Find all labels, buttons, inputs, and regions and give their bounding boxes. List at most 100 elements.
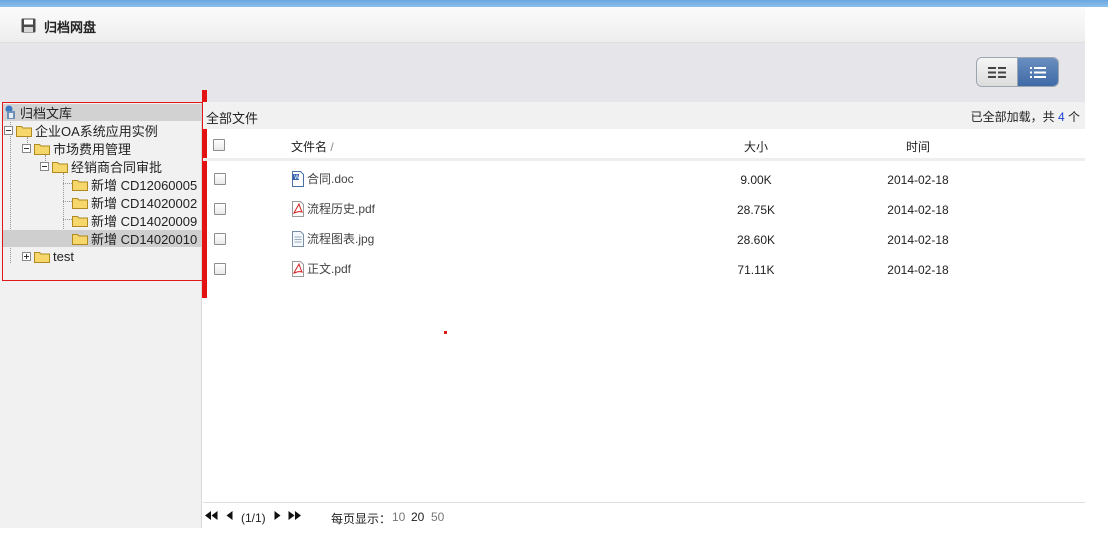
collapse-icon[interactable] bbox=[40, 162, 49, 171]
file-name[interactable]: 流程图表.jpg bbox=[307, 230, 374, 247]
next-page-icon[interactable] bbox=[274, 511, 281, 520]
tree-guide-line bbox=[63, 219, 72, 220]
tree-node-market-cost[interactable]: 市场费用管理 bbox=[22, 140, 131, 157]
file-size: 28.60K bbox=[736, 233, 776, 247]
first-page-icon[interactable] bbox=[205, 511, 218, 520]
tree-node-cd12060005[interactable]: 新增 CD12060005 bbox=[72, 176, 197, 193]
file-count: 4 bbox=[1057, 110, 1065, 124]
top-accent-bar bbox=[0, 0, 1108, 7]
file-name[interactable]: 合同.doc bbox=[307, 170, 354, 187]
select-all-checkbox[interactable] bbox=[213, 139, 225, 151]
file-path-bar: 全部文件 已全部加载，共 4 个 bbox=[203, 102, 1085, 129]
tree-node-cd14020002[interactable]: 新增 CD14020002 bbox=[72, 194, 197, 211]
file-name-cell[interactable]: 流程图表.jpg bbox=[291, 230, 374, 247]
table-row[interactable]: 正文.pdf 71.11K 2014-02-18 bbox=[203, 253, 1085, 283]
list-icon bbox=[1029, 66, 1046, 78]
column-header-name-label: 文件名 bbox=[291, 140, 328, 154]
per-page-option-50[interactable]: 50 bbox=[431, 510, 444, 524]
column-header-size[interactable]: 大小 bbox=[721, 138, 791, 155]
folder-open-icon bbox=[52, 161, 68, 173]
file-name-cell[interactable]: 正文.pdf bbox=[291, 260, 351, 277]
per-page-label: 每页显示： bbox=[331, 512, 392, 526]
pdf-file-icon bbox=[292, 200, 304, 217]
folder-icon bbox=[72, 197, 88, 209]
table-header: 文件名 / 大小 时间 bbox=[203, 129, 1085, 161]
grid-list-icon bbox=[987, 66, 1006, 78]
tree-node-label: 新增 CD12060005 bbox=[91, 178, 198, 193]
word-file-icon: W bbox=[292, 170, 304, 187]
row-checkbox[interactable] bbox=[214, 263, 226, 275]
per-page-option-10[interactable]: 10 bbox=[392, 510, 405, 524]
toolbar bbox=[0, 43, 1085, 102]
tree-root[interactable]: 归档文库 bbox=[3, 104, 202, 121]
pdf-file-icon bbox=[292, 260, 304, 277]
folder-open-icon bbox=[16, 125, 32, 137]
library-icon bbox=[5, 105, 15, 119]
thumbnail-view-button[interactable] bbox=[977, 58, 1018, 86]
load-status: 已全部加载，共 4 个 bbox=[971, 108, 1080, 125]
file-time: 2014-02-18 bbox=[887, 203, 949, 217]
collapse-icon[interactable] bbox=[22, 144, 31, 153]
tree-node-label: 新增 CD14020010 bbox=[91, 232, 198, 247]
row-checkbox[interactable] bbox=[214, 233, 226, 245]
tree-node-label: 新增 CD14020002 bbox=[91, 196, 198, 211]
floppy-disk-icon bbox=[21, 18, 36, 33]
folder-open-icon bbox=[34, 143, 50, 155]
file-time: 2014-02-18 bbox=[887, 233, 949, 247]
list-view-button[interactable] bbox=[1017, 58, 1058, 86]
table-row[interactable]: 流程图表.jpg 28.60K 2014-02-18 bbox=[203, 223, 1085, 253]
folder-icon bbox=[34, 251, 50, 263]
tree-root-label: 归档文库 bbox=[20, 106, 73, 121]
tree-node-label: 企业OA系统应用实例 bbox=[35, 124, 158, 139]
svg-text:W: W bbox=[294, 174, 300, 181]
page-right-margin bbox=[1085, 7, 1108, 535]
pagination-bar: (1/1) 每页显示： 10 20 50 bbox=[203, 502, 1085, 528]
file-name-cell[interactable]: W 合同.doc bbox=[291, 170, 354, 187]
last-page-icon[interactable] bbox=[288, 511, 301, 520]
tree-node-cd14020009[interactable]: 新增 CD14020009 bbox=[72, 212, 197, 229]
column-header-time[interactable]: 时间 bbox=[873, 138, 963, 155]
folder-tree: 归档文库 企业OA系统应用实例 市场费用管理 经销商合同审批 新增 CD1206… bbox=[2, 102, 203, 281]
table-row[interactable]: 流程历史.pdf 28.75K 2014-02-18 bbox=[203, 193, 1085, 223]
file-size: 71.11K bbox=[737, 263, 775, 277]
page-header: 归档网盘 bbox=[0, 7, 1085, 43]
red-marker-dot bbox=[444, 331, 447, 334]
generic-file-icon bbox=[292, 230, 304, 247]
collapse-icon[interactable] bbox=[4, 126, 13, 135]
tree-node-oa-system[interactable]: 企业OA系统应用实例 bbox=[4, 122, 158, 139]
file-panel: 全部文件 已全部加载，共 4 个 文件名 / 大小 时间 W 合同.doc 9.… bbox=[203, 102, 1085, 528]
file-size: 9.00K bbox=[740, 173, 772, 187]
file-time: 2014-02-18 bbox=[887, 173, 949, 187]
page-title: 归档网盘 bbox=[44, 20, 97, 35]
tree-node-label: 市场费用管理 bbox=[53, 142, 132, 157]
per-page-option-20[interactable]: 20 bbox=[411, 510, 424, 524]
page-info: (1/1) bbox=[241, 511, 266, 525]
tree-node-dealer-contract[interactable]: 经销商合同审批 bbox=[40, 158, 162, 175]
tree-node-label: 经销商合同审批 bbox=[71, 160, 163, 175]
tree-node-label: test bbox=[53, 249, 74, 264]
row-checkbox[interactable] bbox=[214, 173, 226, 185]
row-checkbox[interactable] bbox=[214, 203, 226, 215]
folder-icon bbox=[72, 215, 88, 227]
file-size: 28.75K bbox=[736, 203, 776, 217]
page-bottom-margin bbox=[0, 528, 1108, 535]
tree-guide-line bbox=[63, 183, 72, 184]
tree-guide-line bbox=[63, 201, 72, 202]
tree-node-cd14020010-selected[interactable]: 新增 CD14020010 bbox=[3, 230, 202, 247]
load-status-prefix: 已全部加载，共 bbox=[970, 110, 1058, 124]
view-toggle bbox=[976, 57, 1059, 87]
expand-icon[interactable] bbox=[22, 252, 31, 261]
file-time: 2014-02-18 bbox=[887, 263, 949, 277]
load-status-suffix: 个 bbox=[1064, 110, 1080, 124]
breadcrumb[interactable]: 全部文件 bbox=[206, 108, 258, 127]
sort-indicator: / bbox=[330, 140, 334, 154]
file-name[interactable]: 流程历史.pdf bbox=[307, 200, 375, 217]
prev-page-icon[interactable] bbox=[226, 511, 233, 520]
tree-node-label: 新增 CD14020009 bbox=[91, 214, 198, 229]
folder-icon bbox=[72, 179, 88, 191]
column-header-name[interactable]: 文件名 / bbox=[291, 138, 334, 155]
file-name-cell[interactable]: 流程历史.pdf bbox=[291, 200, 375, 217]
file-name[interactable]: 正文.pdf bbox=[307, 260, 351, 277]
table-row[interactable]: W 合同.doc 9.00K 2014-02-18 bbox=[203, 163, 1085, 193]
tree-node-test[interactable]: test bbox=[22, 248, 74, 265]
